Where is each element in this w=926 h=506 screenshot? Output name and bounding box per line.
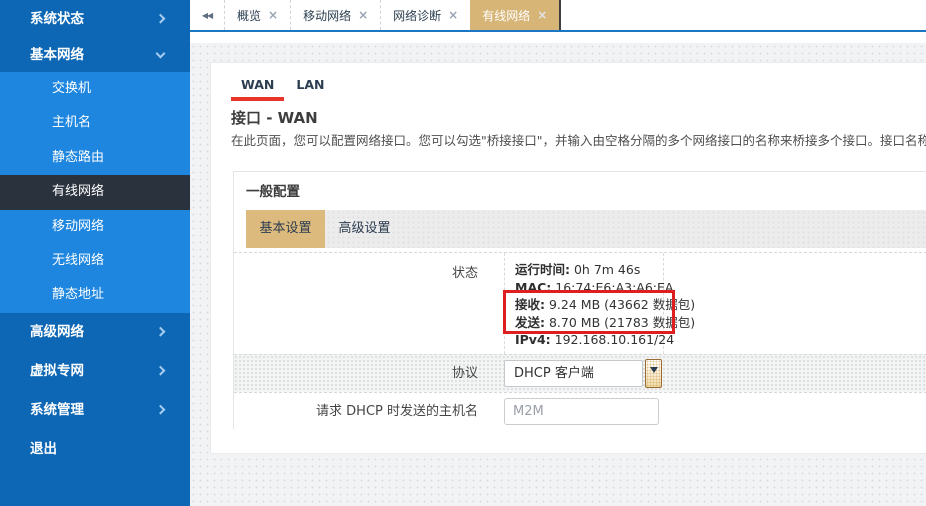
tab-label: LAN	[296, 77, 324, 92]
protocol-label: 协议	[234, 355, 478, 393]
general-config-section: 一般配置 基本设置 高级设置 状态	[233, 171, 926, 429]
tab-label: 基本设置	[259, 221, 311, 236]
status-key: IPv4:	[515, 332, 551, 347]
tab-label: 网络诊断	[393, 7, 441, 24]
close-icon[interactable]: ×	[358, 8, 368, 22]
status-key: 发送:	[515, 315, 545, 330]
main-area: ◀◀ 概览 × 移动网络 × 网络诊断 × 有线网络 ×	[190, 0, 926, 506]
section-legend: 一般配置	[246, 180, 300, 200]
protocol-row: 协议 DHCP 客户端	[234, 354, 926, 392]
status-value-cell: 运行时间: 0h 7m 46s MAC: 16:74:E6:A3:A6:EA 接…	[504, 253, 664, 354]
status-label: 状态	[234, 262, 478, 281]
sidebar-item-label: 系统状态	[30, 11, 84, 27]
open-tabs-bar: ◀◀ 概览 × 移动网络 × 网络诊断 × 有线网络 ×	[190, 0, 926, 32]
status-key: 接收:	[515, 297, 545, 312]
protocol-select[interactable]: DHCP 客户端	[504, 360, 662, 388]
status-key: MAC:	[515, 280, 551, 295]
status-value: 192.168.10.161/24	[555, 332, 675, 347]
chevron-right-icon	[156, 327, 166, 337]
tab-label: 有线网络	[482, 7, 530, 24]
sidebar-item-basic-network[interactable]: 基本网络	[0, 38, 190, 72]
tab-wired-network-active[interactable]: 有线网络 ×	[470, 0, 561, 30]
content-card: WAN LAN 接口 - WAN 在此页面，您可以配置网络接口。您可以勾选"桥接…	[210, 62, 926, 454]
sidebar-item-label: 虚拟专网	[30, 363, 84, 379]
tab-label: 概览	[237, 7, 261, 24]
tab-basic-settings[interactable]: 基本设置	[246, 210, 325, 248]
chevron-right-icon	[156, 405, 166, 415]
hostname-input[interactable]	[504, 398, 659, 425]
sidebar-item-mobile-network[interactable]: 移动网络	[0, 210, 190, 244]
tab-network-diagnostics[interactable]: 网络诊断 ×	[380, 0, 470, 30]
sidebar-item-label: 静态地址	[52, 287, 104, 302]
page-description: 在此页面，您可以配置网络接口。您可以勾选"桥接接口"，并输入由空格分隔的多个网络…	[231, 130, 926, 149]
sidebar-item-hostname[interactable]: 主机名	[0, 106, 190, 140]
protocol-select-value[interactable]: DHCP 客户端	[504, 360, 643, 387]
sidebar-item-vpn[interactable]: 虚拟专网	[0, 352, 190, 391]
sidebar-item-wireless-network[interactable]: 无线网络	[0, 244, 190, 278]
status-value: 8.70 MB (21783 数据包)	[549, 315, 695, 330]
chevron-down-icon	[156, 49, 166, 59]
tab-lan[interactable]: LAN	[286, 69, 334, 101]
tab-label: 移动网络	[303, 7, 351, 24]
page-title: 接口 - WAN	[231, 107, 318, 128]
sidebar-item-system-management[interactable]: 系统管理	[0, 391, 190, 430]
chevron-right-icon	[156, 14, 166, 24]
sidebar-nav: 系统状态 基本网络 交换机 主机名 静态路由 有线网络 移动网络 无线网络 静态…	[0, 0, 190, 506]
sidebar-item-label: 高级网络	[30, 324, 84, 340]
page-background: WAN LAN 接口 - WAN 在此页面，您可以配置网络接口。您可以勾选"桥接…	[190, 43, 926, 506]
sidebar-item-static-routes[interactable]: 静态路由	[0, 141, 190, 175]
sidebar-item-label: 无线网络	[52, 253, 104, 268]
config-tabstrip: 基本设置 高级设置	[246, 210, 926, 248]
sidebar-item-advanced-network[interactable]: 高级网络	[0, 313, 190, 352]
sidebar-item-label: 退出	[30, 441, 57, 457]
status-tx: 发送: 8.70 MB (21783 数据包)	[515, 314, 653, 332]
status-mac: MAC: 16:74:E6:A3:A6:EA	[515, 279, 653, 297]
sidebar-item-label: 基本网络	[30, 47, 84, 63]
router-admin-window: 系统状态 基本网络 交换机 主机名 静态路由 有线网络 移动网络 无线网络 静态…	[0, 0, 926, 506]
status-rx: 接收: 9.24 MB (43662 数据包)	[515, 296, 653, 314]
status-row: 状态 运行时间: 0h 7m 46s MAC: 16:74:E6:A3:A6:E…	[234, 252, 926, 354]
collapse-tabs-icon[interactable]: ◀◀	[190, 0, 224, 30]
sidebar-item-label: 有线网络	[52, 184, 104, 199]
close-icon[interactable]: ×	[448, 8, 458, 22]
sidebar-item-wired-network[interactable]: 有线网络	[0, 175, 190, 209]
tab-label: WAN	[241, 77, 274, 92]
status-uptime: 运行时间: 0h 7m 46s	[515, 261, 653, 279]
sidebar-item-static-address[interactable]: 静态地址	[0, 278, 190, 312]
sidebar-item-switch[interactable]: 交换机	[0, 72, 190, 106]
hostname-label: 请求 DHCP 时发送的主机名	[234, 393, 478, 431]
tab-label: 高级设置	[338, 221, 390, 236]
status-value: 16:74:E6:A3:A6:EA	[555, 280, 673, 295]
dropdown-arrow-icon[interactable]	[645, 359, 662, 388]
sidebar-item-system-status[interactable]: 系统状态	[0, 0, 190, 38]
status-key: 运行时间:	[515, 262, 570, 277]
sidebar-item-label: 静态路由	[52, 150, 104, 165]
tab-wan[interactable]: WAN	[231, 69, 284, 101]
tab-mobile-network[interactable]: 移动网络 ×	[290, 0, 380, 30]
tab-overview[interactable]: 概览 ×	[224, 0, 290, 30]
status-value: 9.24 MB (43662 数据包)	[549, 297, 695, 312]
sidebar-item-label: 主机名	[52, 115, 91, 130]
sidebar-item-label: 移动网络	[52, 219, 104, 234]
close-icon[interactable]: ×	[537, 8, 547, 22]
hostname-row: 请求 DHCP 时发送的主机名	[234, 392, 926, 430]
close-icon[interactable]: ×	[268, 8, 278, 22]
interface-tabs: WAN LAN	[231, 69, 336, 101]
sidebar-item-logout[interactable]: 退出	[0, 430, 190, 469]
status-ipv4: IPv4: 192.168.10.161/24	[515, 331, 653, 349]
sidebar-item-label: 系统管理	[30, 402, 84, 418]
tab-advanced-settings[interactable]: 高级设置	[325, 210, 404, 248]
sidebar-item-label: 交换机	[52, 81, 91, 96]
status-value: 0h 7m 46s	[574, 262, 640, 277]
chevron-right-icon	[156, 366, 166, 376]
